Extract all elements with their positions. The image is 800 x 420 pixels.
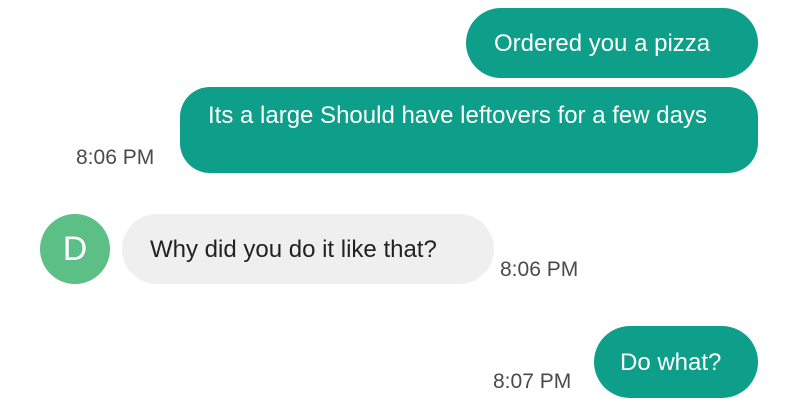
message-timestamp: 8:06 PM bbox=[76, 146, 155, 169]
message-text: Do what? bbox=[620, 349, 722, 376]
contact-avatar[interactable]: D bbox=[40, 214, 110, 284]
message-timestamp: 8:06 PM bbox=[500, 258, 579, 281]
outgoing-message-bubble[interactable]: Its a large Should have leftovers for a … bbox=[180, 87, 758, 173]
message-text: Ordered you a pizza bbox=[494, 30, 711, 57]
conversation-thread: Ordered you a pizza 8:06 PM Its a large … bbox=[0, 0, 800, 420]
avatar-initial: D bbox=[62, 229, 88, 268]
message-timestamp: 8:07 PM bbox=[493, 370, 572, 393]
message-text: Why did you do it like that? bbox=[150, 236, 437, 263]
message-text: Its a large Should have leftovers for a … bbox=[208, 102, 707, 129]
outgoing-message-bubble[interactable]: Ordered you a pizza bbox=[466, 8, 758, 78]
incoming-message-bubble[interactable]: Why did you do it like that? bbox=[122, 214, 494, 284]
outgoing-message-bubble[interactable]: Do what? bbox=[594, 326, 758, 398]
